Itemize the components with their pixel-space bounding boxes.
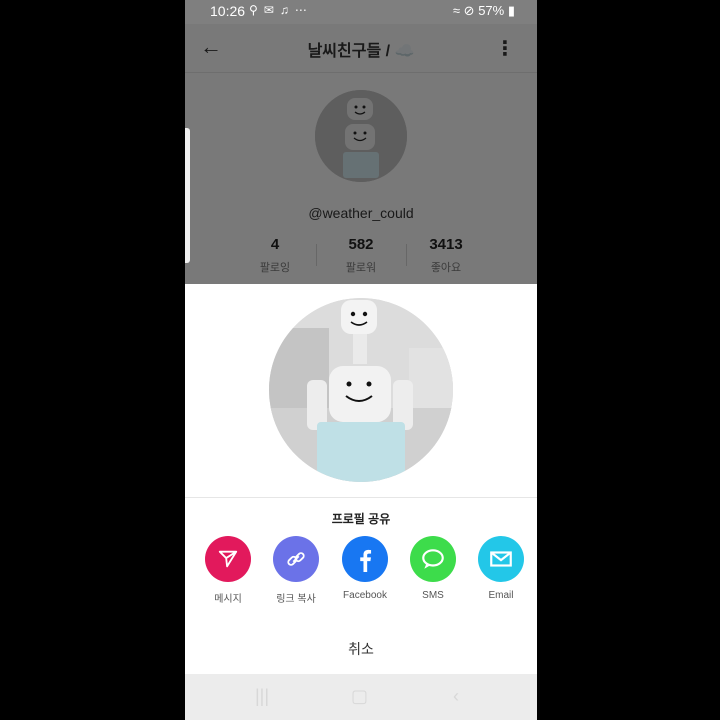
system-nav-bar: ||| ▢ ‹ [185, 674, 537, 720]
share-profile-sheet: 프로필 공유 메시지 링크 복사 Facebook SMS Email 취소 [185, 284, 537, 674]
wifi-icon: ≈ [452, 3, 461, 18]
modal-overlay[interactable] [185, 0, 537, 284]
recents-icon[interactable]: ||| [255, 686, 269, 707]
status-right: ≈ ⊘ 57% ▮ [453, 3, 515, 19]
share-facebook-label: Facebook [343, 590, 387, 601]
share-message-button[interactable]: 메시지 [194, 536, 262, 605]
share-facebook-button[interactable]: Facebook [331, 536, 399, 601]
chat-bubble-icon [410, 536, 456, 582]
status-bar: 10:26 ⚲✉♫⋯ ≈ ⊘ 57% ▮ [185, 0, 537, 24]
share-message-label: 메시지 [214, 594, 242, 605]
envelope-icon [478, 536, 524, 582]
battery-icon: ▮ [507, 3, 515, 18]
phone-screen: ← 날씨친구들 / ☁️ ⋮ @weather_could 4 팔로잉 582 … [185, 0, 537, 720]
share-copy-link-button[interactable]: 링크 복사 [262, 536, 330, 605]
send-icon [205, 536, 251, 582]
share-sms-label: SMS [422, 590, 444, 601]
home-icon[interactable]: ▢ [351, 686, 368, 707]
share-options: 메시지 링크 복사 Facebook SMS Email [185, 536, 537, 606]
cancel-button[interactable]: 취소 [185, 639, 537, 659]
share-email-button[interactable]: Email [467, 536, 535, 601]
share-email-label: Email [488, 590, 514, 601]
share-sms-button[interactable]: SMS [399, 536, 467, 601]
share-copy-link-label: 링크 복사 [276, 594, 316, 605]
dnd-icon: ⊘ [463, 3, 475, 18]
sheet-divider [185, 497, 537, 498]
share-sheet-title: 프로필 공유 [331, 512, 391, 526]
link-icon [273, 536, 319, 582]
status-time: 10:26 [210, 3, 246, 19]
facebook-icon [342, 536, 388, 582]
notification-icons: ⚲✉♫⋯ [249, 3, 313, 17]
edge-panel-handle[interactable] [185, 128, 190, 263]
battery-level: 57% [478, 3, 505, 18]
back-nav-icon[interactable]: ‹ [453, 686, 459, 707]
share-profile-avatar [269, 298, 453, 482]
